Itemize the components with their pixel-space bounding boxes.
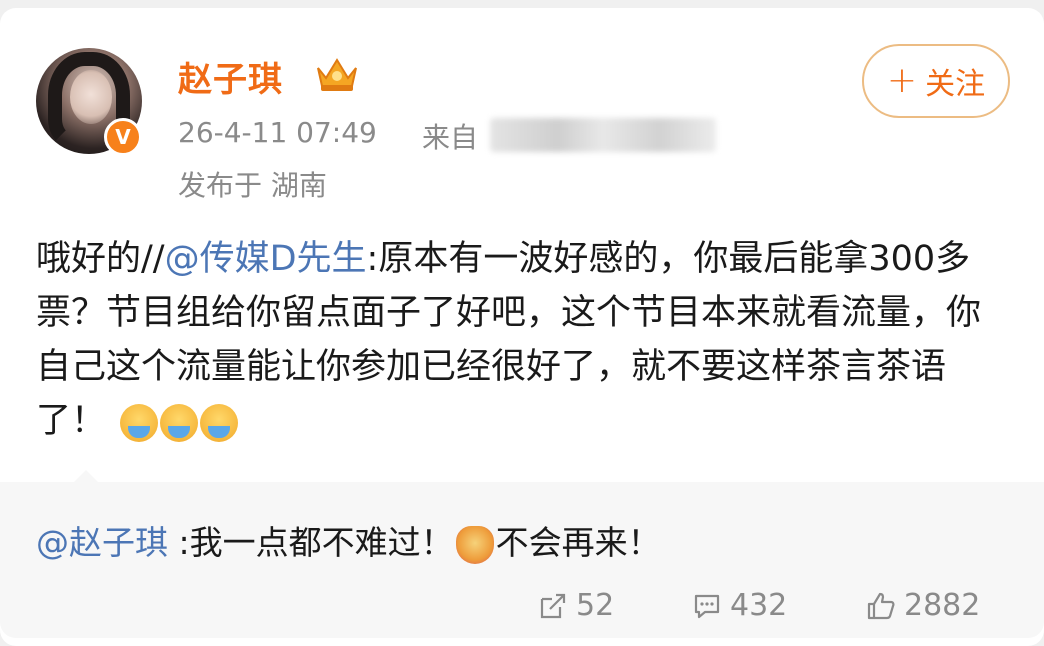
mention-link[interactable]: @传媒D先生 [165,239,367,279]
post-location: 发布于 湖南 [178,169,327,202]
comment-button[interactable]: 432 [692,588,787,623]
crying-face-icon [200,404,239,442]
like-button[interactable]: 2882 [866,588,980,623]
source-prefix: 来自 [422,121,479,154]
thumbs-up-icon [867,592,895,619]
crown-badge-icon [317,58,357,91]
verified-badge-icon: V [104,118,142,156]
action-bar: 52 432 2882 [0,588,1044,624]
username[interactable]: 赵子琪 [178,52,283,101]
blurred-source [490,118,716,152]
follow-button[interactable]: + 关注 [862,44,1010,118]
post-time: 26-4-11 07:49 [178,116,377,149]
avatar-face [70,70,112,124]
emoji-group [120,395,240,449]
cat-heart-icon [455,525,494,564]
crying-face-icon [160,404,199,442]
plus-icon: + [886,60,918,101]
post-prefix: 哦好的// [36,239,165,279]
follow-label: 关注 [925,67,986,102]
repost-content: @赵子琪 :我一点都不难过！ 不会再来！ [36,516,661,564]
share-count: 52 [576,588,615,623]
post-body: 哦好的//@传媒D先生:原本有一波好感的，你最后能拿300多票？节目组给你留点面… [36,232,996,449]
like-count: 2882 [904,588,981,623]
repost-mention-link[interactable]: @赵子琪 [36,523,168,562]
repost-text-before: :我一点都不难过！ [168,523,454,562]
comment-icon [694,594,720,618]
comment-count: 432 [730,588,788,623]
share-icon [540,593,566,618]
share-button[interactable]: 52 [538,588,614,623]
repost-text-after: 不会再来！ [495,523,661,562]
crying-face-icon [120,404,159,442]
